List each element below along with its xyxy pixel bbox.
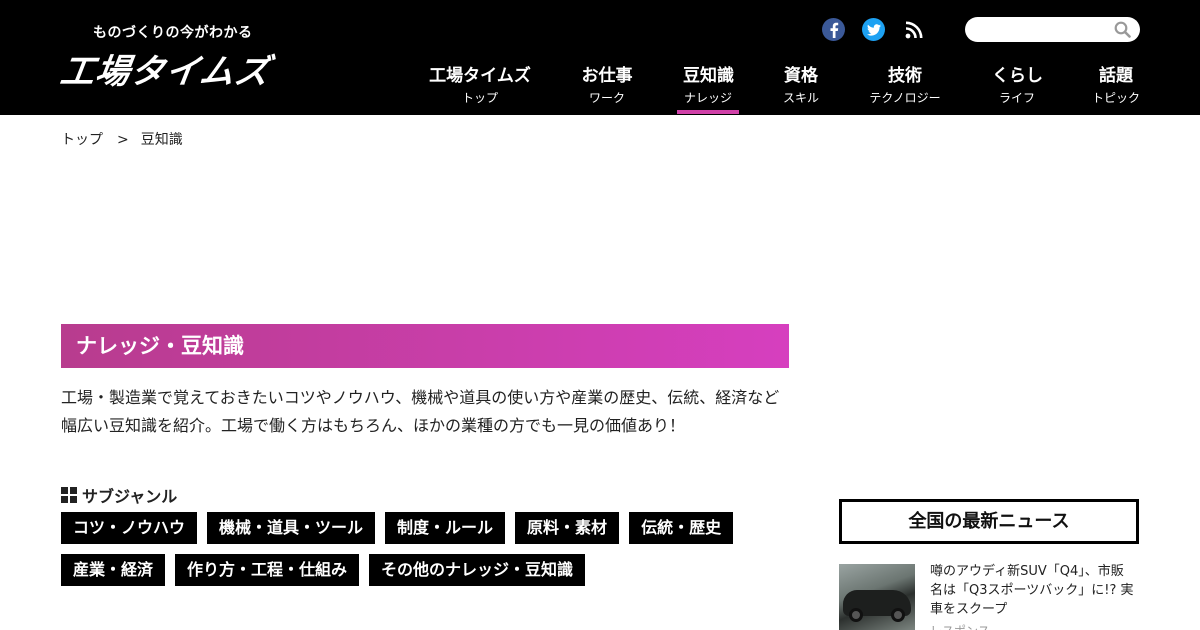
- grid-icon: [61, 487, 77, 503]
- news-headline-line: 車をスクープ: [930, 602, 1008, 617]
- tag-industry-economy[interactable]: 産業・経済: [61, 554, 166, 586]
- nav-sublabel: スキル: [782, 91, 819, 105]
- news-source: レスポンス: [930, 622, 990, 630]
- subgenre-heading: サブジャンル: [61, 483, 177, 507]
- nav-sublabel: テクノロジー: [869, 91, 941, 105]
- nav-sublabel: ナレッジ: [683, 91, 732, 105]
- tag-machines-tools[interactable]: 機械・道具・ツール: [207, 512, 376, 544]
- news-thumbnail[interactable]: [839, 564, 915, 630]
- nav-sublabel: ワーク: [588, 91, 625, 105]
- tag-rules[interactable]: 制度・ルール: [385, 512, 506, 544]
- nav-item-knowledge[interactable]: 豆知識 ナレッジ: [677, 62, 739, 114]
- nav-item-life[interactable]: くらし ライフ: [992, 62, 1043, 106]
- news-headline[interactable]: 噂のアウディ新SUV「Q4」、市販 名は「Q3スポーツバック」に!? 実 車をス…: [930, 562, 1138, 619]
- tag-materials[interactable]: 原料・素材: [515, 512, 620, 544]
- nav-item-work[interactable]: お仕事 ワーク: [581, 62, 633, 106]
- nav-sublabel: トップ: [461, 91, 498, 105]
- nav-label: 資格: [784, 66, 818, 86]
- breadcrumb: トップ > 豆知識: [61, 129, 183, 149]
- nav-label: 豆知識: [683, 66, 734, 86]
- tag-other[interactable]: その他のナレッジ・豆知識: [369, 554, 586, 586]
- nav-item-top[interactable]: 工場タイムズ トップ: [429, 62, 531, 106]
- page-title: ナレッジ・豆知識: [61, 324, 789, 368]
- breadcrumb-separator: >: [117, 132, 129, 148]
- rss-icon[interactable]: [902, 18, 925, 41]
- site-header: ものづくりの今がわかる 工場タイムズ 工場タイムズ トップ お仕事 ワーク 豆知…: [0, 0, 1200, 115]
- nav-item-technology[interactable]: 技術 テクノロジー: [868, 62, 942, 106]
- search-icon[interactable]: [1114, 21, 1131, 42]
- nav-label: 技術: [888, 66, 922, 86]
- nav-label: 工場タイムズ: [429, 66, 531, 86]
- subgenre-label: サブジャンル: [82, 487, 178, 506]
- nav-sublabel: トピック: [1092, 91, 1141, 105]
- nav-sublabel: ライフ: [998, 91, 1035, 105]
- facebook-icon[interactable]: [822, 18, 845, 41]
- news-headline-line: 噂のアウディ新SUV「Q4」、市販: [930, 564, 1124, 579]
- latest-news-heading: 全国の最新ニュース: [839, 499, 1139, 544]
- twitter-icon[interactable]: [862, 18, 885, 41]
- nav-label: くらし: [992, 66, 1043, 86]
- description-line: 工場・製造業で覚えておきたいコツやノウハウ、機械や道具の使い方や産業の歴史、伝統…: [61, 388, 780, 407]
- description-line: 幅広い豆知識を紹介。工場で働く方はもちろん、ほかの業種の方でも一見の価値あり！: [61, 416, 686, 435]
- search-box: [965, 17, 1140, 42]
- search-input[interactable]: [977, 20, 1112, 39]
- category-description: 工場・製造業で覚えておきたいコツやノウハウ、機械や道具の使い方や産業の歴史、伝統…: [61, 384, 789, 440]
- nav-label: 話題: [1099, 66, 1133, 86]
- tag-tips[interactable]: コツ・ノウハウ: [61, 512, 198, 544]
- tag-history[interactable]: 伝統・歴史: [629, 512, 734, 544]
- subgenre-tags: コツ・ノウハウ 機械・道具・ツール 制度・ルール 原料・素材 伝統・歴史 産業・…: [61, 512, 801, 596]
- breadcrumb-current: 豆知識: [140, 132, 183, 148]
- site-logo[interactable]: 工場タイムズ: [58, 44, 274, 93]
- breadcrumb-home[interactable]: トップ: [61, 132, 103, 148]
- tag-process[interactable]: 作り方・工程・仕組み: [175, 554, 360, 586]
- tag-row: コツ・ノウハウ 機械・道具・ツール 制度・ルール 原料・素材 伝統・歴史: [61, 512, 801, 544]
- nav-item-skill[interactable]: 資格 スキル: [782, 62, 820, 106]
- site-tagline: ものづくりの今がわかる: [93, 25, 253, 41]
- nav-item-topic[interactable]: 話題 トピック: [1092, 62, 1140, 106]
- nav-label: お仕事: [581, 66, 633, 86]
- news-headline-line: 名は「Q3スポーツバック」に!? 実: [930, 583, 1134, 598]
- tag-row: 産業・経済 作り方・工程・仕組み その他のナレッジ・豆知識: [61, 554, 801, 586]
